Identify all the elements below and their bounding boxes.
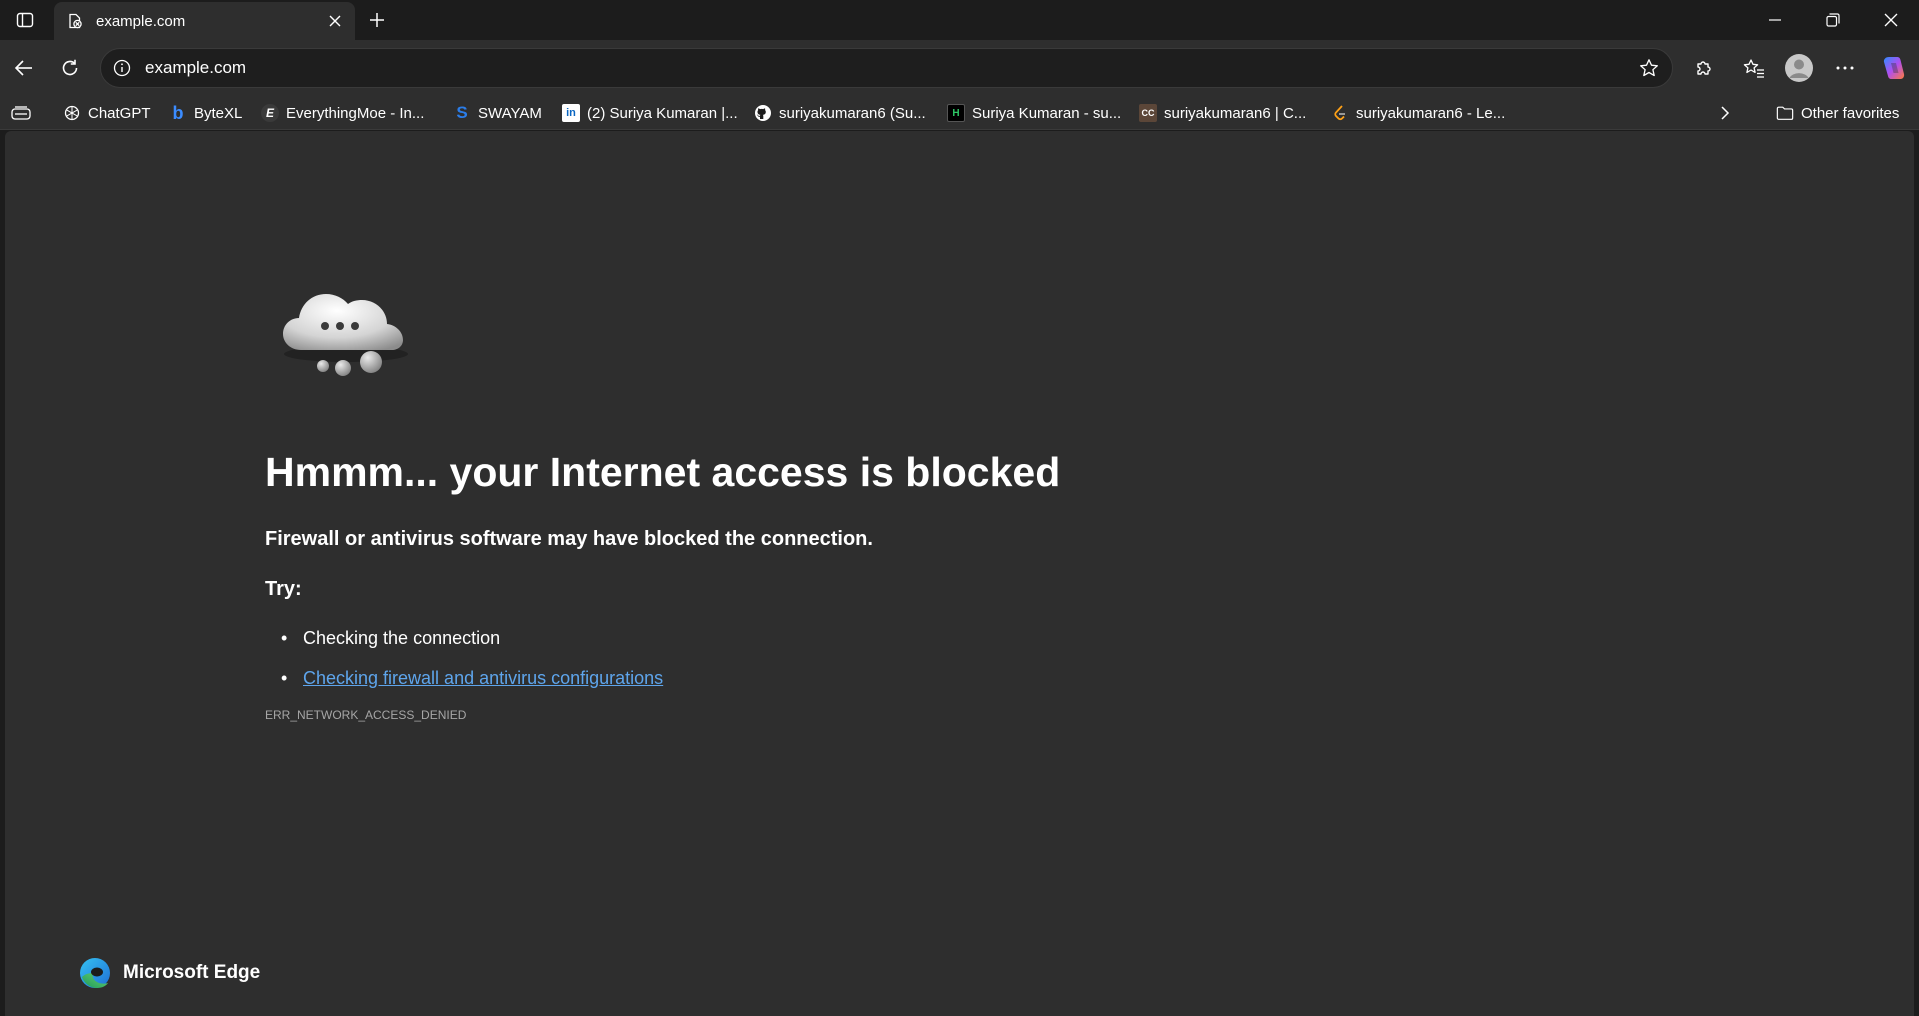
site-info-icon[interactable] (111, 57, 133, 79)
favorite-label: SWAYAM (478, 104, 542, 122)
close-window-button[interactable] (1863, 0, 1919, 40)
copilot-icon (1883, 57, 1905, 79)
new-tab-button[interactable] (362, 6, 392, 34)
favorite-everythingmoe[interactable]: E EverythingMoe - In... (261, 102, 424, 124)
brand-name: Microsoft Edge (123, 962, 261, 983)
favorite-label: suriyakumaran6 - Le... (1356, 104, 1506, 122)
error-page: Hmmm... your Internet access is blocked … (5, 131, 1914, 1016)
bytexl-icon: b (172, 102, 184, 123)
other-favorites-label: Other favorites (1801, 104, 1900, 122)
cloud-icon (283, 294, 408, 376)
tab-actions-icon (16, 12, 34, 28)
tab-actions-button[interactable] (10, 6, 40, 34)
restore-icon (1826, 13, 1840, 27)
favorite-chatgpt[interactable]: ChatGPT (63, 102, 151, 124)
title-bar: example.com (0, 0, 1919, 40)
try-label: Try: (265, 578, 302, 600)
chevron-right-icon (1721, 106, 1730, 120)
favorite-label: ByteXL (194, 104, 243, 122)
favorite-github[interactable]: suriyakumaran6 (Su... (754, 102, 926, 124)
hackerrank-icon: H (947, 104, 965, 122)
plus-icon (370, 13, 384, 27)
collections-button[interactable] (11, 102, 31, 124)
error-headline: Hmmm... your Internet access is blocked (265, 449, 1061, 495)
favorite-label: suriyakumaran6 | C... (1164, 104, 1307, 122)
suggestion-item: Checking firewall and antivirus configur… (281, 658, 663, 698)
minimize-button[interactable] (1747, 0, 1803, 40)
error-code: ERR_NETWORK_ACCESS_DENIED (265, 708, 467, 722)
github-icon (754, 104, 772, 122)
error-description: Firewall or antivirus software may have … (265, 528, 873, 550)
extensions-button[interactable] (1686, 50, 1722, 86)
address-bar[interactable]: example.com (100, 48, 1673, 88)
profile-button[interactable] (1781, 50, 1817, 86)
leetcode-icon (1331, 104, 1349, 122)
suggestion-item: Checking the connection (281, 618, 663, 658)
favorites-overflow-button[interactable] (1720, 102, 1730, 124)
minimize-icon (1769, 19, 1781, 21)
refresh-icon (62, 59, 78, 76)
swayam-icon: S (456, 103, 468, 122)
edge-logo-icon (80, 958, 110, 988)
codechef-icon: CC (1139, 104, 1157, 122)
chatgpt-icon (63, 104, 81, 122)
active-tab[interactable]: example.com (54, 2, 355, 40)
settings-more-button[interactable] (1827, 50, 1863, 86)
restore-button[interactable] (1805, 0, 1861, 40)
favorite-bytexl[interactable]: b ByteXL (169, 102, 243, 124)
favorites-bar: ChatGPT b ByteXL E EverythingMoe - In...… (0, 96, 1919, 130)
favorite-linkedin[interactable]: in (2) Suriya Kumaran |... (562, 102, 738, 124)
favorite-label: EverythingMoe - In... (286, 104, 425, 122)
navigation-toolbar: example.com (0, 40, 1919, 96)
favorite-codechef[interactable]: CC suriyakumaran6 | C... (1139, 102, 1306, 124)
close-tab-icon[interactable] (323, 9, 347, 33)
linkedin-icon: in (562, 104, 580, 122)
favorite-star-icon[interactable] (1634, 53, 1664, 83)
copilot-button[interactable] (1876, 50, 1912, 86)
avatar-icon (1785, 54, 1813, 82)
favorite-label: Suriya Kumaran - su... (972, 104, 1122, 122)
refresh-button[interactable] (52, 50, 88, 86)
favorite-label: (2) Suriya Kumaran |... (587, 104, 738, 122)
back-button[interactable] (6, 50, 42, 86)
url-text[interactable]: example.com (145, 58, 1634, 78)
folder-icon (1776, 104, 1794, 122)
favorite-swayam[interactable]: S SWAYAM (453, 102, 542, 124)
close-icon (1884, 13, 1898, 27)
check-firewall-link[interactable]: Checking firewall and antivirus configur… (303, 668, 663, 688)
puzzle-icon (1697, 61, 1711, 75)
everythingmoe-icon: E (261, 104, 279, 122)
tab-title: example.com (96, 12, 186, 30)
favorites-list-icon (1743, 59, 1764, 78)
favorites-button[interactable] (1736, 50, 1772, 86)
other-favorites-folder[interactable]: Other favorites (1776, 102, 1899, 124)
check-connection-text: Checking the connection (303, 628, 501, 648)
favorite-label: suriyakumaran6 (Su... (779, 104, 926, 122)
back-arrow-icon (14, 60, 32, 76)
edge-branding: Microsoft Edge (79, 957, 260, 989)
favorite-leetcode[interactable]: suriyakumaran6 - Le... (1331, 102, 1505, 124)
collections-icon (11, 106, 31, 120)
favorite-hackerrank[interactable]: H Suriya Kumaran - su... (947, 102, 1121, 124)
more-dots-icon (1836, 66, 1854, 70)
suggestion-list: Checking the connection Checking firewal… (281, 618, 663, 698)
blocked-page-icon (66, 12, 84, 30)
favorite-label: ChatGPT (88, 104, 151, 122)
